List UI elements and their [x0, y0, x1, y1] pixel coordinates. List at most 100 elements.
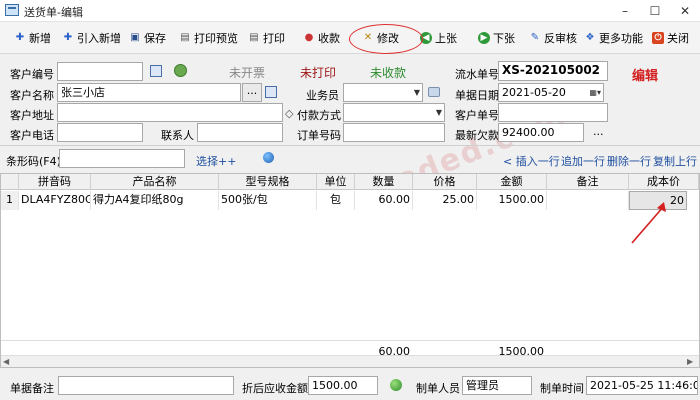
eraser-icon[interactable] [428, 87, 440, 97]
remark-input[interactable] [58, 376, 234, 395]
date-input[interactable]: 2021-05-20 ▦▾ [498, 83, 604, 102]
more-button[interactable]: ❖ 更多功能 [584, 30, 643, 46]
import-new-button[interactable]: ✚ 引入新增 [62, 30, 121, 46]
column-header[interactable]: 备注 [547, 174, 629, 190]
divider [0, 145, 700, 146]
delete-row-link[interactable]: 删除一行 [607, 153, 651, 169]
payment-label: 付款方式 [297, 109, 341, 122]
phone-label: 客户电话 [10, 129, 54, 142]
cell-pinyin[interactable]: DLA4FYZ80G [19, 191, 91, 210]
coins-icon: ● [304, 32, 314, 43]
cell-amount[interactable]: 1500.00 [477, 191, 547, 210]
arrow-right-icon: ▶ [478, 32, 490, 44]
arrow-left-icon: < [503, 155, 513, 168]
cell-product-name[interactable]: 得力A4复印纸80g [91, 191, 219, 210]
plus-icon: ✚ [63, 32, 73, 43]
column-header[interactable]: 单位 [317, 174, 355, 190]
print-preview-button[interactable]: ▤ 打印预览 [179, 30, 238, 46]
globe-icon[interactable] [263, 152, 274, 163]
chevron-down-icon: ▼ [413, 88, 420, 97]
unreview-button[interactable]: ✎ 反审核 [529, 30, 577, 46]
minimize-button[interactable]: – [612, 2, 638, 20]
serial-input[interactable]: XS-202105002 [498, 61, 608, 81]
customer-name-label: 客户名称 [10, 89, 54, 102]
scroll-left-icon[interactable]: ◀ [3, 357, 9, 366]
close-window-button[interactable]: ✕ [672, 2, 698, 20]
discount-input[interactable]: 1500.00 [308, 376, 378, 395]
column-header[interactable]: 拼音码 [19, 174, 91, 190]
row-index: 1 [1, 191, 19, 210]
latest-debt-detail-button[interactable]: ... [593, 125, 604, 138]
plus-icon: ✚ [15, 32, 25, 43]
creator-value: 管理员 [462, 376, 532, 395]
power-icon: ⏻ [652, 32, 664, 44]
calendar-icon: ▦▾ [589, 88, 601, 97]
customer-name-picker-button[interactable]: ... [242, 83, 262, 102]
search-icon[interactable] [265, 86, 277, 98]
edit-mark: 编辑 [632, 69, 659, 84]
footer-divider [1, 340, 699, 341]
customer-name-input[interactable]: 张三小店 [57, 83, 241, 102]
customer-order-label: 客户单号 [455, 109, 499, 122]
order-no-label: 订单号码 [297, 129, 341, 142]
append-row-link[interactable]: 追加一行 [561, 153, 605, 169]
cell-unit[interactable]: 包 [317, 191, 355, 210]
line-items-grid[interactable]: 拼音码 产品名称 型号规格 单位 数量 价格 金额 备注 成本价 1 DLA4F… [0, 173, 700, 368]
remark-label: 单据备注 [10, 382, 54, 395]
payment-select[interactable]: ▼ [343, 103, 445, 122]
insert-row-link[interactable]: < 插入一行 [503, 153, 560, 169]
column-header[interactable]: 价格 [413, 174, 477, 190]
customer-code-label: 客户编号 [10, 68, 54, 81]
window-title: 送货单-编辑 [24, 6, 83, 19]
chevron-down-icon: ▼ [435, 108, 442, 117]
highlight-ellipse [349, 24, 423, 54]
horizontal-scrollbar[interactable]: ◀ ▶ [1, 355, 699, 367]
salesman-label: 业务员 [306, 89, 339, 102]
discount-label: 折后应收金额 [242, 382, 308, 395]
column-header[interactable]: 型号规格 [219, 174, 317, 190]
print-button[interactable]: ▤ 打印 [248, 30, 285, 46]
close-button[interactable]: ⏻ 关闭 [652, 30, 689, 46]
cell-spec[interactable]: 500张/包 [219, 191, 317, 210]
apps-icon: ❖ [585, 32, 595, 43]
collect-status: 未收款 [370, 66, 407, 80]
cell-remark[interactable] [547, 191, 629, 210]
app-window-icon [5, 4, 19, 16]
column-header[interactable]: 数量 [355, 174, 413, 190]
maximize-button[interactable]: ☐ [642, 2, 668, 20]
cell-price[interactable]: 25.00 [413, 191, 477, 210]
created-time-label: 制单时间 [540, 382, 584, 395]
search-icon[interactable] [150, 65, 162, 77]
address-input[interactable] [57, 103, 283, 122]
order-no-input[interactable] [343, 123, 445, 142]
printer-icon: ▤ [180, 32, 190, 43]
date-label: 单据日期 [455, 89, 499, 102]
floppy-icon: ▣ [130, 32, 140, 43]
contact-label: 联系人 [161, 129, 194, 142]
customer-code-input[interactable] [57, 62, 143, 81]
serial-label: 流水单号 [455, 68, 499, 81]
diamond-icon: ◇ [285, 107, 294, 120]
cell-qty[interactable]: 60.00 [355, 191, 413, 210]
column-header[interactable]: 产品名称 [91, 174, 219, 190]
scroll-right-icon[interactable]: ▶ [687, 357, 693, 366]
contact-input[interactable] [197, 123, 283, 142]
customer-order-input[interactable] [498, 103, 608, 122]
column-header[interactable]: 成本价 [629, 174, 699, 190]
creator-label: 制单人员 [416, 382, 460, 395]
column-header[interactable]: 金额 [477, 174, 547, 190]
invoice-status: 未开票 [229, 66, 266, 80]
phone-input[interactable] [57, 123, 143, 142]
select-link[interactable]: 选择++ [196, 153, 236, 169]
row-header-corner [1, 174, 19, 190]
barcode-input[interactable] [59, 149, 185, 168]
refresh-icon[interactable] [174, 64, 187, 77]
next-button[interactable]: ▶ 下张 [478, 30, 515, 46]
copy-prev-link[interactable]: 复制上行 [653, 153, 697, 169]
receipt-button[interactable]: ● 收款 [303, 30, 340, 46]
new-button[interactable]: ✚ 新增 [14, 30, 51, 46]
annotation-arrow [631, 202, 666, 244]
prev-button[interactable]: ◀ 上张 [420, 30, 457, 46]
save-button[interactable]: ▣ 保存 [129, 30, 166, 46]
salesman-select[interactable]: ▼ [343, 83, 423, 102]
